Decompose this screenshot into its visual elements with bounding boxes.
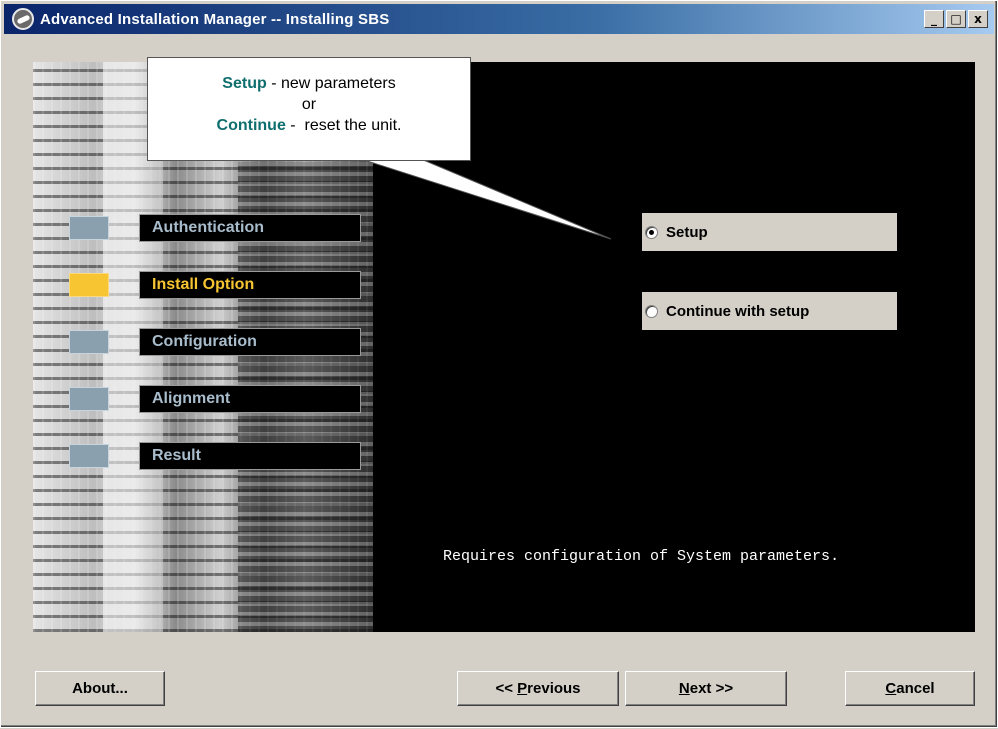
previous-rest: revious — [527, 680, 581, 697]
setup-option-label: Setup — [666, 223, 708, 241]
step-indicator — [69, 330, 109, 354]
callout-setup-keyword: Setup — [222, 75, 267, 92]
continue-option[interactable]: Continue with setup — [642, 292, 897, 330]
previous-button[interactable]: << Previous — [457, 671, 619, 706]
cancel-rest: ancel — [896, 680, 935, 697]
step-install-option: Install Option — [69, 271, 369, 301]
cancel-mnemonic: C — [885, 680, 897, 697]
callout-setup-text: - new parameters — [266, 75, 396, 92]
setup-radio[interactable] — [645, 225, 658, 239]
previous-mnemonic: P — [517, 680, 528, 697]
callout-continue-keyword: Continue — [216, 117, 286, 134]
next-rest: ext >> — [689, 680, 734, 697]
callout-line-1: Setup - new parameters — [148, 73, 470, 94]
step-result: Result — [69, 442, 369, 472]
maximize-button[interactable]: □ — [946, 10, 966, 28]
continue-option-label: Continue with setup — [666, 302, 810, 320]
step-label: Alignment — [139, 385, 361, 413]
next-button[interactable]: Next >> — [625, 671, 787, 706]
about-button[interactable]: About... — [35, 671, 165, 706]
step-label: Configuration — [139, 328, 361, 356]
step-label: Install Option — [139, 271, 361, 299]
continue-radio[interactable] — [645, 304, 658, 318]
minimize-button[interactable]: _ — [924, 10, 944, 28]
callout-continue-text: - reset the unit. — [285, 117, 402, 134]
step-indicator — [69, 444, 109, 468]
step-label: Authentication — [139, 214, 361, 242]
step-indicator-active — [69, 273, 109, 297]
step-authentication: Authentication — [69, 214, 369, 244]
window-title: Advanced Installation Manager -- Install… — [40, 10, 390, 28]
help-callout: Setup - new parameters or Continue - res… — [147, 57, 471, 161]
app-icon — [12, 8, 34, 30]
step-alignment: Alignment — [69, 385, 369, 415]
step-configuration: Configuration — [69, 328, 369, 358]
callout-line-3: Continue - reset the unit. — [148, 115, 470, 136]
setup-option[interactable]: Setup — [642, 213, 897, 251]
about-button-label: About... — [72, 680, 128, 697]
option-description: Requires configuration of System paramet… — [443, 548, 840, 565]
previous-prefix: << — [495, 680, 518, 697]
cancel-button[interactable]: Cancel — [845, 671, 975, 706]
next-mnemonic: N — [678, 680, 690, 697]
installer-window: Advanced Installation Manager -- Install… — [0, 0, 998, 728]
callout-line-2: or — [301, 96, 317, 113]
step-label: Result — [139, 442, 361, 470]
close-button[interactable]: x — [968, 10, 988, 28]
title-bar[interactable]: Advanced Installation Manager -- Install… — [4, 4, 994, 34]
step-indicator — [69, 387, 109, 411]
window-controls: _ □ x — [922, 10, 988, 28]
step-indicator — [69, 216, 109, 240]
